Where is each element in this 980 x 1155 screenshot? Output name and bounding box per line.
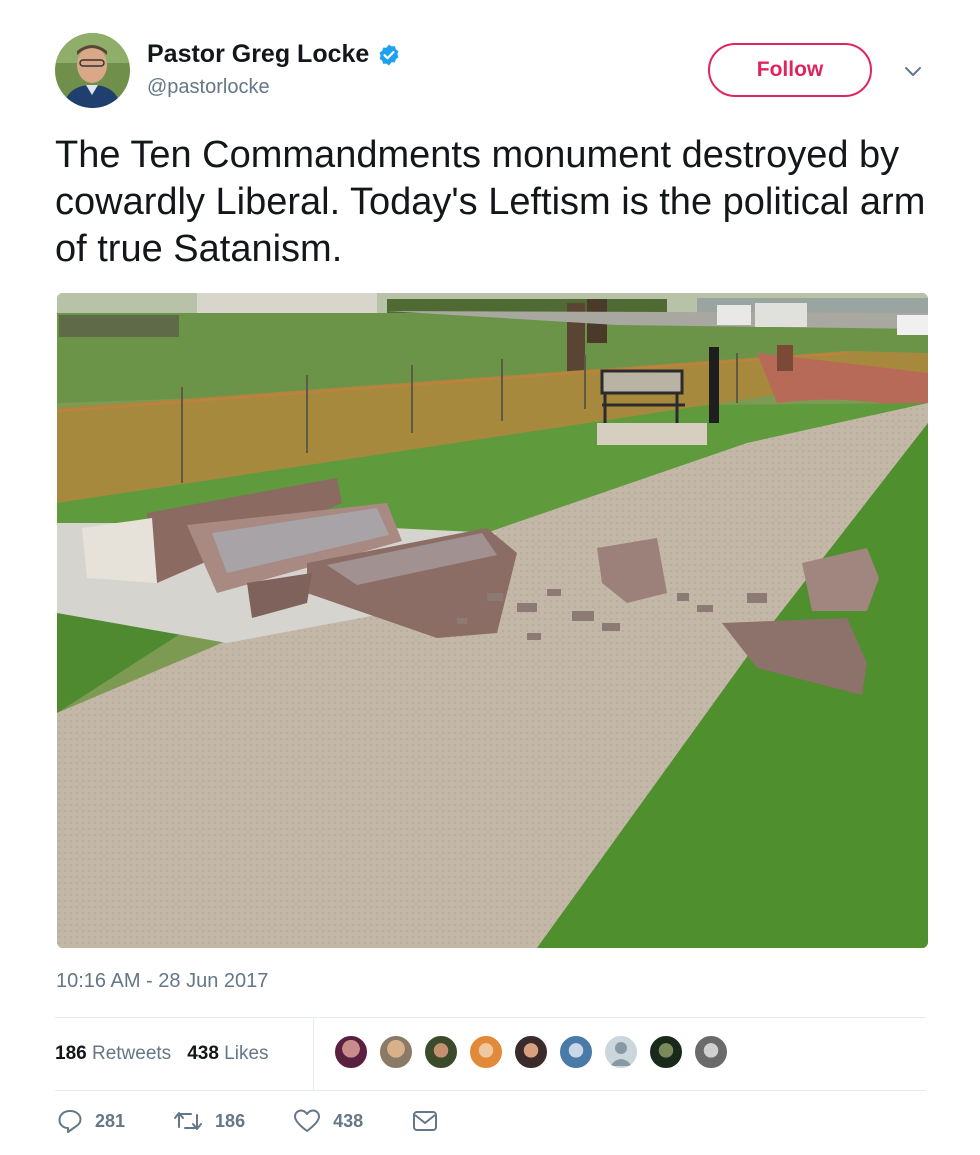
retweets-stat[interactable]: 186 Retweets (55, 1043, 171, 1065)
avatar[interactable] (55, 33, 130, 108)
liker-avatar[interactable] (648, 1034, 684, 1070)
liker-avatar[interactable] (603, 1034, 639, 1070)
reply-icon (58, 1110, 82, 1133)
likes-stat-label: Likes (224, 1043, 269, 1064)
monument-photo-image (57, 293, 928, 948)
verified-badge-icon (379, 44, 399, 65)
display-name[interactable]: Pastor Greg Locke (147, 40, 369, 69)
retweets-stat-count: 186 (55, 1043, 87, 1064)
reply-button[interactable]: 281 (57, 1108, 125, 1134)
liker-avatar[interactable] (693, 1034, 729, 1070)
likes-stat-count: 438 (187, 1043, 219, 1064)
retweets-stat-label: Retweets (91, 1043, 172, 1064)
divider (55, 1090, 926, 1091)
tweet-timestamp[interactable]: 10:16 AM - 28 Jun 2017 (56, 970, 268, 993)
liker-avatar[interactable] (333, 1034, 369, 1070)
retweet-icon (174, 1112, 203, 1130)
tweet-header: Pastor Greg Locke @pastorlocke Follow (55, 33, 930, 113)
chevron-down-icon[interactable] (903, 61, 923, 81)
tweet-photo[interactable] (57, 293, 928, 948)
liker-avatar[interactable] (423, 1034, 459, 1070)
user-handle[interactable]: @pastorlocke (147, 76, 270, 99)
retweet-count: 186 (215, 1110, 246, 1131)
like-button[interactable]: 438 (293, 1108, 363, 1134)
follow-button[interactable]: Follow (708, 43, 872, 97)
liker-avatar[interactable] (378, 1034, 414, 1070)
envelope-icon (413, 1111, 438, 1131)
tweet-text: The Ten Commandments monument destroyed … (55, 134, 926, 270)
tweet-actions: 281 186 438 (57, 1108, 499, 1134)
reply-count: 281 (95, 1110, 126, 1131)
liker-avatar[interactable] (558, 1034, 594, 1070)
retweet-button[interactable]: 186 (173, 1108, 245, 1134)
likes-stat[interactable]: 438 Likes (187, 1043, 268, 1065)
liker-avatar[interactable] (513, 1034, 549, 1070)
direct-message-button[interactable] (411, 1109, 451, 1133)
default-avatar-icon (610, 1042, 632, 1066)
name-row: Pastor Greg Locke (147, 40, 401, 69)
liker-avatar[interactable] (468, 1034, 504, 1070)
tweet-stats: 186 Retweets 438 Likes (55, 1018, 285, 1090)
likers-avatars (333, 1034, 729, 1070)
stats-divider (313, 1018, 314, 1090)
like-count: 438 (333, 1110, 364, 1131)
heart-icon (294, 1109, 321, 1132)
